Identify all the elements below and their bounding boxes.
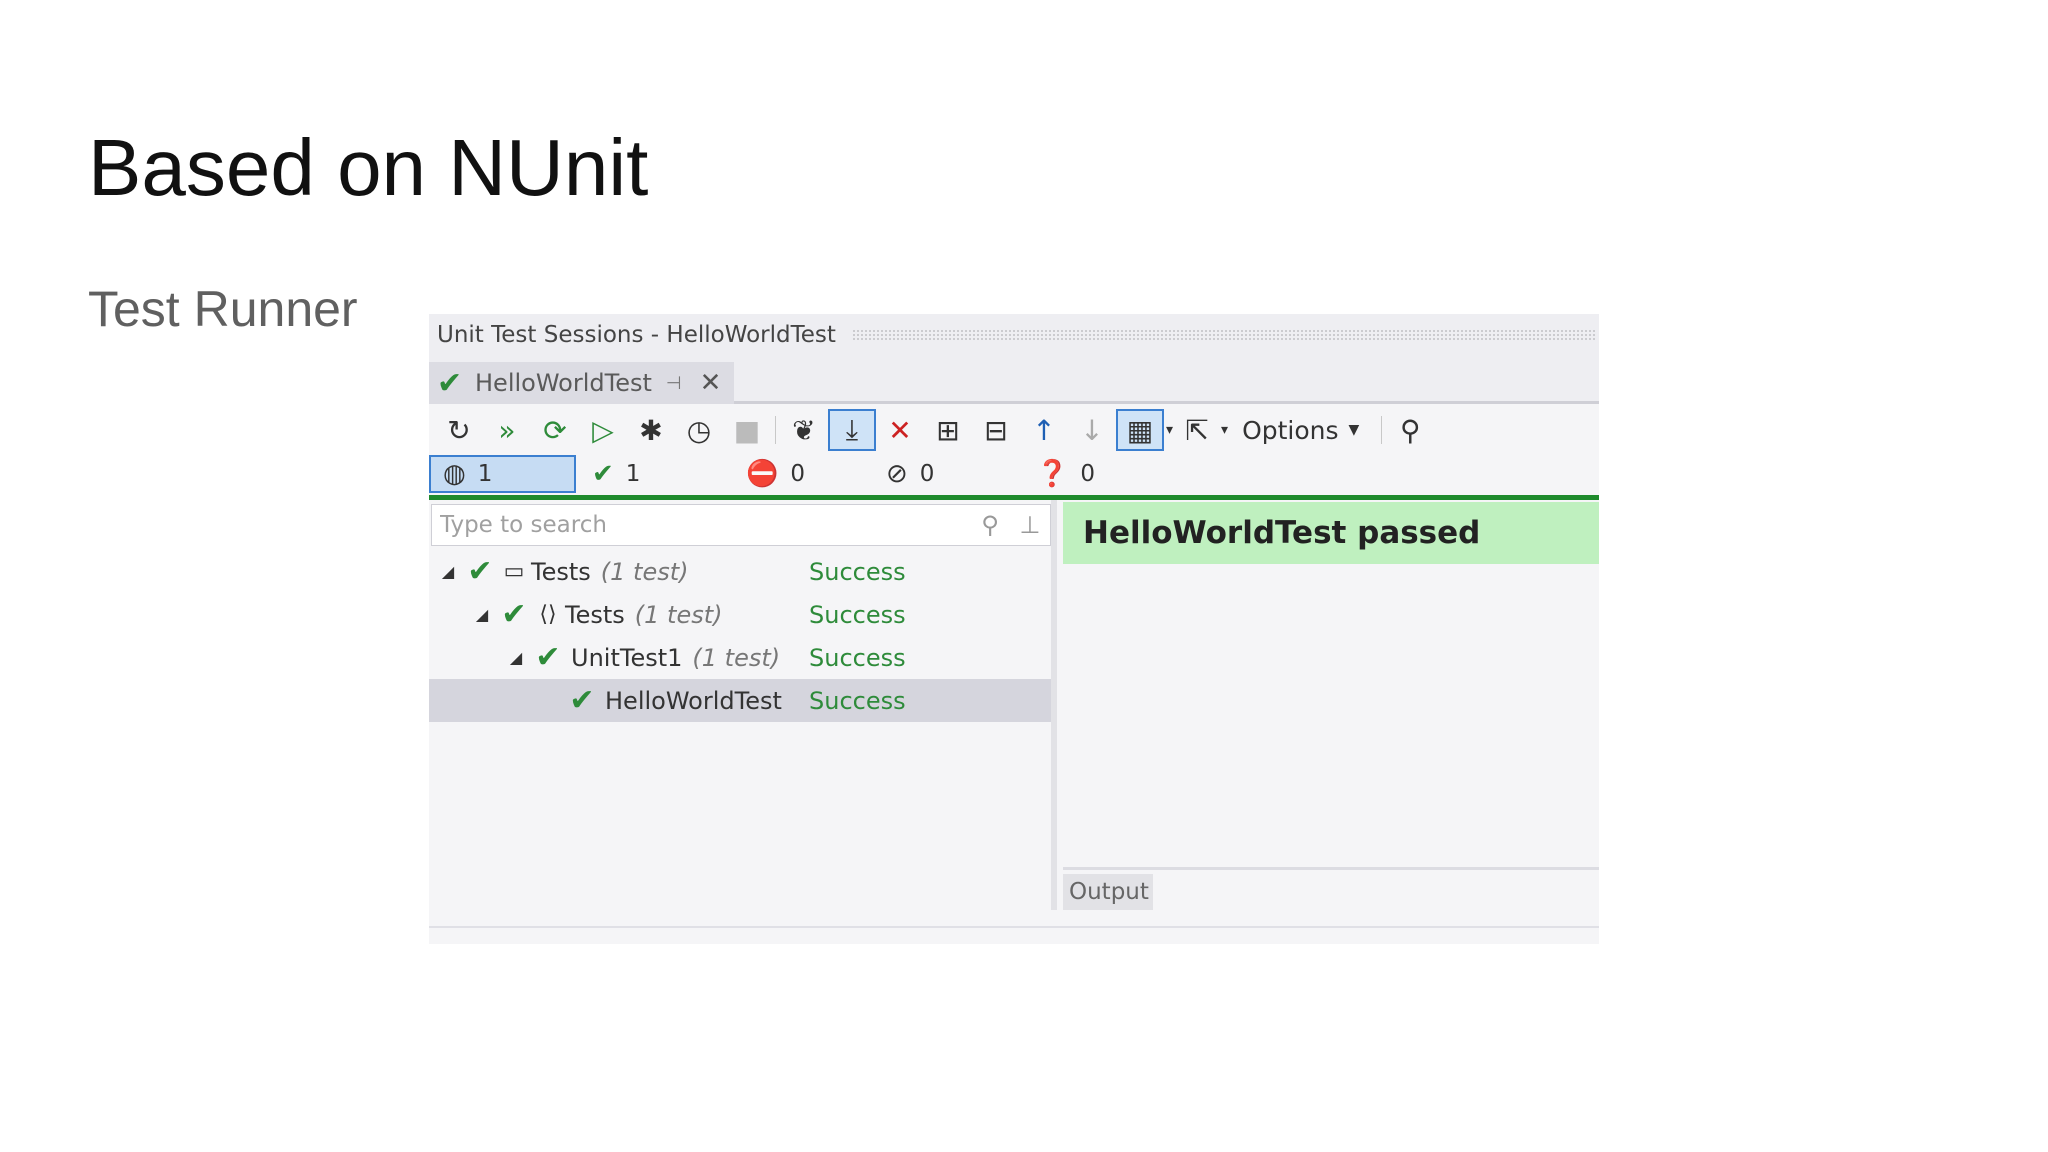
tree-node-count: (1 test) xyxy=(692,643,781,672)
pin-icon[interactable]: ⊥ xyxy=(1010,511,1050,539)
pin-icon[interactable]: ⊣ xyxy=(666,373,682,394)
debug-icon[interactable]: ✱ xyxy=(627,409,675,451)
tree-node-status: Success xyxy=(809,557,906,586)
check-icon: ✔ xyxy=(592,459,614,489)
check-icon: ✔ xyxy=(501,597,527,632)
export-icon[interactable]: ⇱ xyxy=(1173,409,1221,451)
filter-icon[interactable]: ⚲ xyxy=(1386,409,1434,451)
namespace-icon: ⟨⟩ xyxy=(539,602,557,627)
total-count: 1 xyxy=(477,461,493,487)
expand-icon[interactable]: ◢ xyxy=(467,605,497,624)
tree-node-status: Success xyxy=(809,686,906,715)
tree-row[interactable]: ◢ ✔ UnitTest1 (1 test) Success xyxy=(429,636,1051,679)
tree-node-count: (1 test) xyxy=(634,600,723,629)
check-icon: ✔ xyxy=(569,683,595,718)
test-tree: ◢ ✔ ▭ Tests (1 test) Success ◢ ✔ ⟨⟩ Test… xyxy=(429,550,1051,722)
result-banner: HelloWorldTest passed xyxy=(1063,502,1599,564)
tree-row[interactable]: ✔ HelloWorldTest Success xyxy=(429,679,1051,722)
filter-all[interactable]: ◍ 1 xyxy=(429,455,576,493)
filter-failed[interactable]: ⛔ 0 xyxy=(726,455,876,493)
next-failed-icon[interactable]: ↓ xyxy=(1068,409,1116,451)
stop-icon[interactable]: ■ xyxy=(723,409,771,451)
profile-icon[interactable]: ◷ xyxy=(675,409,723,451)
bottom-tool-tabs xyxy=(429,926,1599,944)
test-tree-pane: ⚲ ⊥ ◢ ✔ ▭ Tests (1 test) Success ◢ ✔ ⟨⟩ … xyxy=(429,500,1057,910)
filter-passed[interactable]: ✔ 1 xyxy=(576,455,726,493)
tab-helloworldtest[interactable]: ✔ HelloWorldTest ⊣ ✕ xyxy=(429,362,734,404)
question-icon: ❓ xyxy=(1036,459,1069,489)
tree-node-name: Tests xyxy=(531,557,591,586)
tests-icon: ◍ xyxy=(443,459,466,489)
run-icon[interactable]: ▷ xyxy=(579,409,627,451)
track-running-icon[interactable]: ❦ xyxy=(780,409,828,451)
expand-icon[interactable]: ◢ xyxy=(433,562,463,581)
tree-node-count: (1 test) xyxy=(600,557,689,586)
layout-icon[interactable]: ▦ xyxy=(1116,409,1164,451)
tree-node-name: UnitTest1 xyxy=(571,643,683,672)
unit-test-sessions-window: Unit Test Sessions - HelloWorldTest ✔ He… xyxy=(429,314,1599,944)
status-counters: ◍ 1 ✔ 1 ⛔ 0 ⊘ 0 ❓ 0 xyxy=(429,454,1599,494)
close-icon[interactable]: ✕ xyxy=(700,368,722,398)
search-icon[interactable]: ⚲ xyxy=(970,511,1010,539)
check-icon: ✔ xyxy=(535,640,561,675)
tree-row[interactable]: ◢ ✔ ⟨⟩ Tests (1 test) Success xyxy=(429,593,1051,636)
export-dropdown-icon[interactable]: ▾ xyxy=(1221,422,1228,438)
tab-label: HelloWorldTest xyxy=(475,369,652,397)
collapse-all-icon[interactable]: ⊟ xyxy=(972,409,1020,451)
filter-unknown[interactable]: ❓ 0 xyxy=(1026,455,1176,493)
run-all-icon[interactable]: » xyxy=(483,409,531,451)
ignored-count: 0 xyxy=(919,461,935,487)
expand-icon[interactable]: ◢ xyxy=(501,648,531,667)
filter-ignored[interactable]: ⊘ 0 xyxy=(876,455,1026,493)
window-titlebar[interactable]: Unit Test Sessions - HelloWorldTest xyxy=(429,314,1599,356)
chevron-down-icon: ▼ xyxy=(1348,422,1360,438)
previous-failed-icon[interactable]: ↑ xyxy=(1020,409,1068,451)
project-icon: ▭ xyxy=(503,559,525,584)
tab-output[interactable]: Output xyxy=(1063,874,1153,910)
options-button[interactable]: Options ▼ xyxy=(1242,416,1359,445)
failed-icon: ⛔ xyxy=(746,459,779,489)
titlebar-grip xyxy=(851,329,1595,341)
output-area xyxy=(1063,570,1599,870)
result-pane: HelloWorldTest passed Output xyxy=(1063,500,1599,910)
check-icon: ✔ xyxy=(467,554,493,589)
layout-dropdown-icon[interactable]: ▾ xyxy=(1166,422,1173,438)
tree-node-status: Success xyxy=(809,600,906,629)
refresh-icon[interactable]: ↻ xyxy=(435,409,483,451)
toolbar: ↻ » ⟳ ▷ ✱ ◷ ■ ❦ ⤓ ✕ ⊞ ⊟ ↑ ↓ ▦ ▾ ⇱ ▾ Opti… xyxy=(429,407,1599,453)
window-title: Unit Test Sessions - HelloWorldTest xyxy=(437,322,836,348)
session-tabstrip: ✔ HelloWorldTest ⊣ ✕ xyxy=(429,356,1599,404)
remove-icon[interactable]: ✕ xyxy=(876,409,924,451)
expand-all-icon[interactable]: ⊞ xyxy=(924,409,972,451)
autoscroll-icon[interactable]: ⤓ xyxy=(828,409,876,451)
failed-count: 0 xyxy=(790,461,806,487)
tree-node-name: Tests xyxy=(565,600,625,629)
slide-title: Based on NUnit xyxy=(88,123,649,212)
options-label: Options xyxy=(1242,415,1339,445)
toolbar-separator xyxy=(1381,416,1383,444)
check-icon: ✔ xyxy=(437,365,463,401)
passed-count: 1 xyxy=(625,461,641,487)
unknown-count: 0 xyxy=(1080,461,1096,487)
tree-node-status: Success xyxy=(809,643,906,672)
ignored-icon: ⊘ xyxy=(886,459,908,489)
tree-node-name: HelloWorldTest xyxy=(605,686,782,715)
search-box: ⚲ ⊥ xyxy=(431,504,1051,546)
toolbar-separator xyxy=(775,416,776,444)
search-input[interactable] xyxy=(440,512,970,538)
slide-subtitle: Test Runner xyxy=(88,281,358,337)
tree-row[interactable]: ◢ ✔ ▭ Tests (1 test) Success xyxy=(429,550,1051,593)
run-continuous-icon[interactable]: ⟳ xyxy=(531,409,579,451)
